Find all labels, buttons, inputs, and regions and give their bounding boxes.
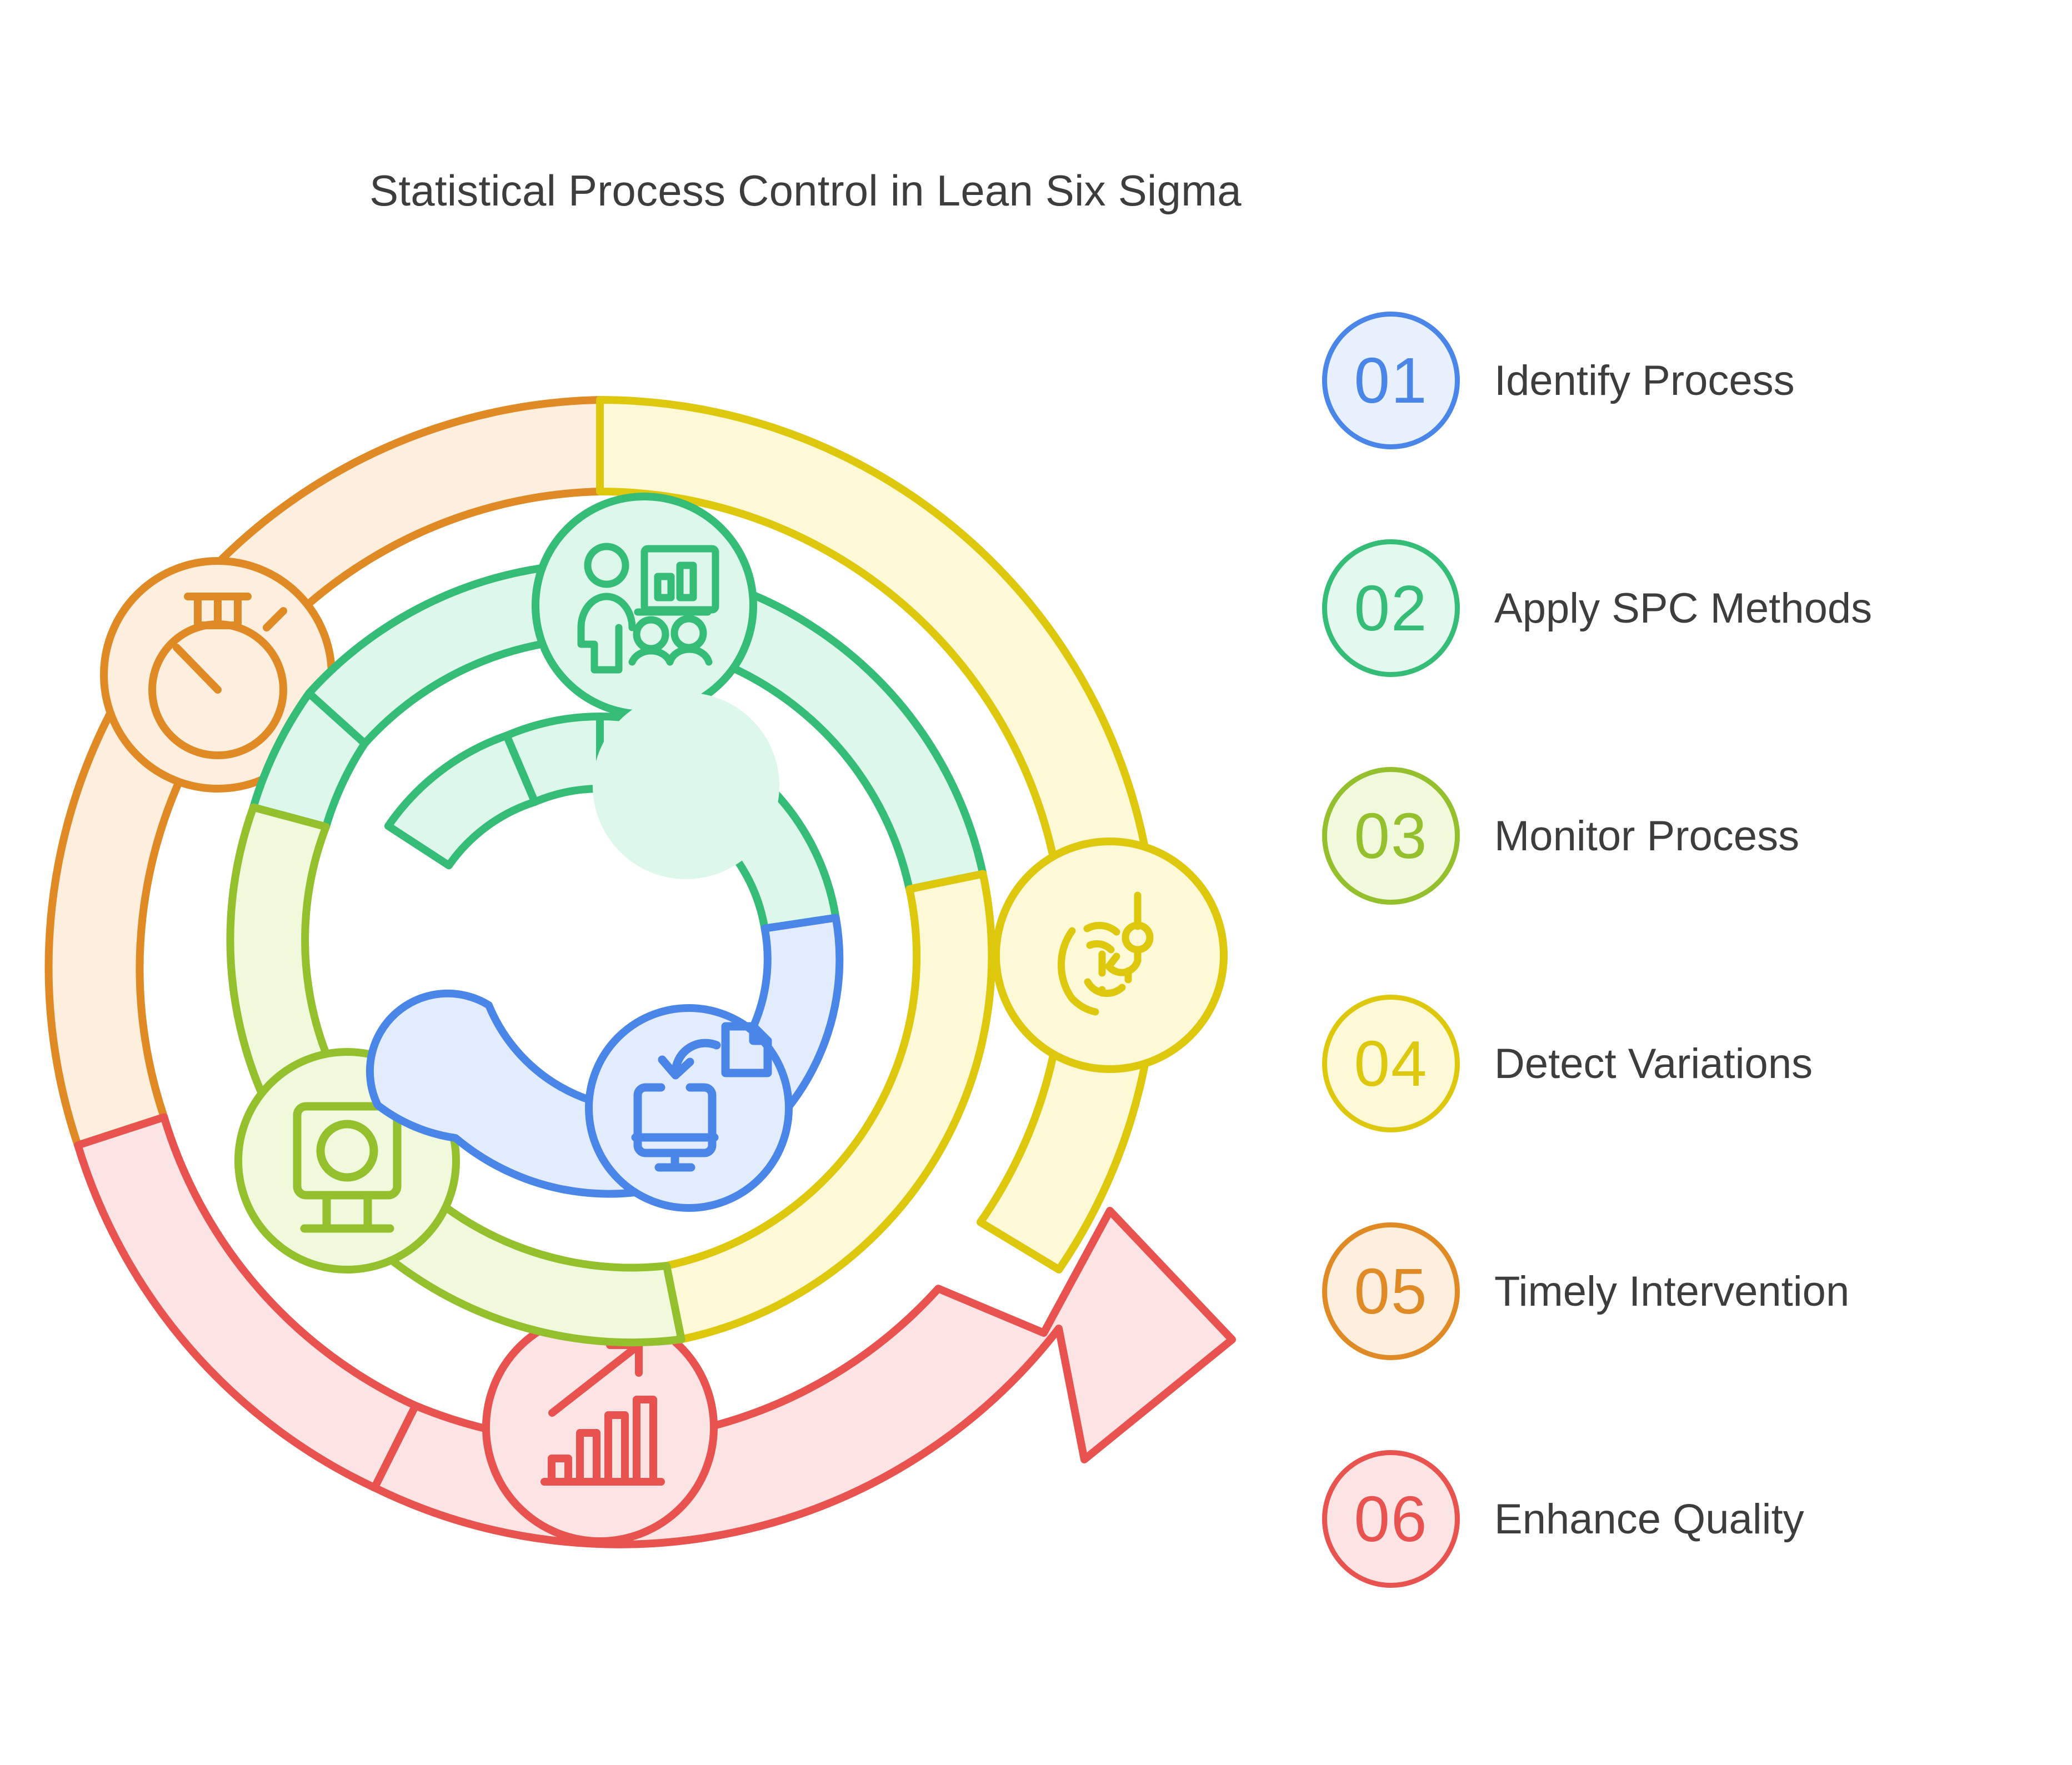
legend-badge-02: 02 <box>1322 539 1460 677</box>
legend-badge-04: 04 <box>1322 995 1460 1132</box>
legend-list: 01 Identify Process 02 Apply SPC Methods 03 M… <box>1322 311 2072 1677</box>
legend-item-01[interactable]: 01 Identify Process <box>1322 311 2072 450</box>
legend-badge-05: 05 <box>1322 1222 1460 1360</box>
legend-label: Monitor Process <box>1494 812 1800 860</box>
legend-item-03[interactable]: 03 Monitor Process <box>1322 766 2072 905</box>
legend-number: 03 <box>1354 800 1428 872</box>
legend-number: 04 <box>1354 1027 1428 1100</box>
legend-badge-01: 01 <box>1322 312 1460 449</box>
cycle-diagram <box>0 239 1322 1738</box>
legend-badge-06: 06 <box>1322 1450 1460 1588</box>
legend-label: Identify Process <box>1494 357 1795 404</box>
legend-label: Apply SPC Methods <box>1494 584 1873 632</box>
legend-label: Detect Variations <box>1494 1040 1813 1087</box>
legend-badge-03: 03 <box>1322 767 1460 905</box>
page-title: Statistical Process Control in Lean Six … <box>369 166 1242 215</box>
legend-item-06[interactable]: 06 Enhance Quality <box>1322 1450 2072 1588</box>
legend-item-04[interactable]: 04 Detect Variations <box>1322 994 2072 1133</box>
legend-label: Timely Intervention <box>1494 1267 1850 1315</box>
legend-number: 02 <box>1354 572 1428 644</box>
legend-label: Enhance Quality <box>1494 1495 1804 1543</box>
legend-number: 06 <box>1354 1483 1428 1555</box>
inner-segment-apply-spc[interactable] <box>384 693 840 932</box>
legend-item-02[interactable]: 02 Apply SPC Methods <box>1322 539 2072 678</box>
legend-number: 01 <box>1354 344 1428 417</box>
legend-number: 05 <box>1354 1255 1428 1327</box>
legend-item-05[interactable]: 05 Timely Intervention <box>1322 1222 2072 1361</box>
